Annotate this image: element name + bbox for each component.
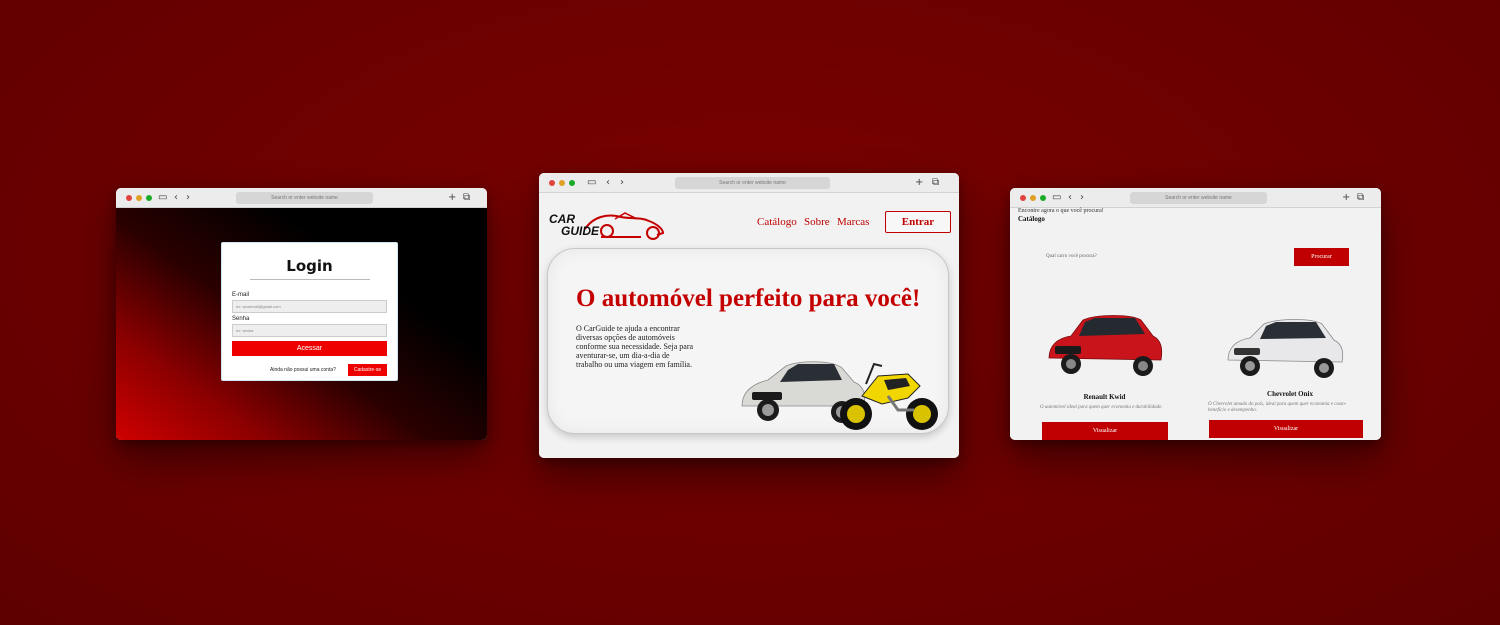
window-controls [126, 195, 152, 201]
minimize-window-button[interactable] [136, 195, 142, 201]
new-tab-icon[interactable]: + [915, 176, 923, 190]
login-browser-window: ▭ ‹ › Search or enter website name + ⧉ L… [116, 188, 487, 440]
address-bar[interactable]: Search or enter website name [675, 177, 830, 189]
catalog-caption: Encontre agora o que você procura! [1018, 208, 1104, 214]
forward-icon[interactable]: › [620, 176, 624, 190]
nav-catalogo[interactable]: Catálogo [757, 216, 797, 228]
renault-kwid-image [1048, 315, 1163, 376]
car-name: Chevrolet Onix [1267, 390, 1313, 398]
window-controls [1020, 195, 1046, 201]
login-card: Login E-mail ex: seuemail@gmail.com Senh… [221, 242, 398, 381]
car-and-motorcycle-image [741, 361, 938, 430]
chevrolet-onix-image [1227, 319, 1344, 378]
car-name: Renault Kwid [1083, 393, 1126, 401]
catalog-browser-window: ▭ ‹ › Search or enter website name + ⧉ E… [1010, 188, 1381, 440]
close-window-button[interactable] [126, 195, 132, 201]
new-tab-icon[interactable]: + [448, 191, 456, 205]
sidebar-icon[interactable]: ▭ [158, 191, 167, 205]
logo-text-guide: GUIDE [561, 224, 600, 238]
new-tab-icon[interactable]: + [1342, 191, 1350, 205]
catalog-title: Catálogo [1018, 215, 1045, 223]
sidebar-icon[interactable]: ▭ [1052, 191, 1061, 205]
maximize-window-button[interactable] [1040, 195, 1046, 201]
tabs-overview-icon[interactable]: ⧉ [1357, 191, 1364, 205]
minimize-window-button[interactable] [1030, 195, 1036, 201]
view-car-button[interactable]: Visualizar [1042, 422, 1168, 440]
back-icon[interactable]: ‹ [1068, 191, 1072, 205]
window-controls [549, 180, 575, 186]
carguide-logo[interactable]: CAR GUIDE [545, 207, 670, 243]
home-browser-window: ▭ ‹ › Search or enter website name + ⧉ C… [539, 173, 959, 458]
password-label: Senha [232, 316, 250, 322]
page-viewport: CAR GUIDE Catálogo Sobre Marcas Entrar O… [539, 193, 959, 458]
close-window-button[interactable] [549, 180, 555, 186]
search-button[interactable]: Procurar [1294, 248, 1349, 266]
password-field[interactable]: ex: senha [232, 324, 387, 337]
divider [249, 279, 370, 280]
maximize-window-button[interactable] [146, 195, 152, 201]
email-label: E-mail [232, 292, 250, 298]
car-description: O automóvel ideal para quem quer economi… [1040, 405, 1163, 410]
hero-description: O CarGuide te ajuda a encontrar diversas… [576, 324, 694, 369]
back-icon[interactable]: ‹ [174, 191, 178, 205]
address-bar[interactable]: Search or enter website name [1130, 192, 1267, 204]
access-button[interactable]: Acessar [232, 341, 387, 356]
view-car-button[interactable]: Visualizar [1209, 420, 1363, 438]
login-title: Login [286, 257, 333, 275]
sidebar-icon[interactable]: ▭ [587, 176, 596, 190]
car-description: O Chevrolet amado do país, ideal para qu… [1208, 402, 1347, 413]
hero-section: O automóvel perfeito para você! O CarGui… [547, 248, 949, 434]
close-window-button[interactable] [1020, 195, 1026, 201]
forward-icon[interactable]: › [186, 191, 190, 205]
tabs-overview-icon[interactable]: ⧉ [932, 176, 939, 190]
signup-button[interactable]: Cadastre-se [348, 364, 387, 376]
browser-titlebar: ▭ ‹ › Search or enter website name + ⧉ [539, 173, 959, 193]
nav-sobre[interactable]: Sobre [804, 216, 830, 228]
forward-icon[interactable]: › [1080, 191, 1084, 205]
back-icon[interactable]: ‹ [606, 176, 610, 190]
page-viewport: Encontre agora o que você procura! Catál… [1010, 208, 1381, 440]
browser-titlebar: ▭ ‹ › Search or enter website name + ⧉ [1010, 188, 1381, 208]
nav-marcas[interactable]: Marcas [837, 216, 869, 228]
no-account-text: Ainda não possui uma conta? [270, 367, 336, 373]
hero-title: O automóvel perfeito para você! [576, 285, 921, 312]
minimize-window-button[interactable] [559, 180, 565, 186]
browser-titlebar: ▭ ‹ › Search or enter website name + ⧉ [116, 188, 487, 208]
tabs-overview-icon[interactable]: ⧉ [463, 191, 470, 205]
entrar-button[interactable]: Entrar [885, 211, 951, 233]
address-bar[interactable]: Search or enter website name [236, 192, 373, 204]
email-field[interactable]: ex: seuemail@gmail.com [232, 300, 387, 313]
page-viewport: Login E-mail ex: seuemail@gmail.com Senh… [116, 208, 487, 440]
search-input[interactable]: Qual carro você procura? [1046, 254, 1097, 259]
maximize-window-button[interactable] [569, 180, 575, 186]
